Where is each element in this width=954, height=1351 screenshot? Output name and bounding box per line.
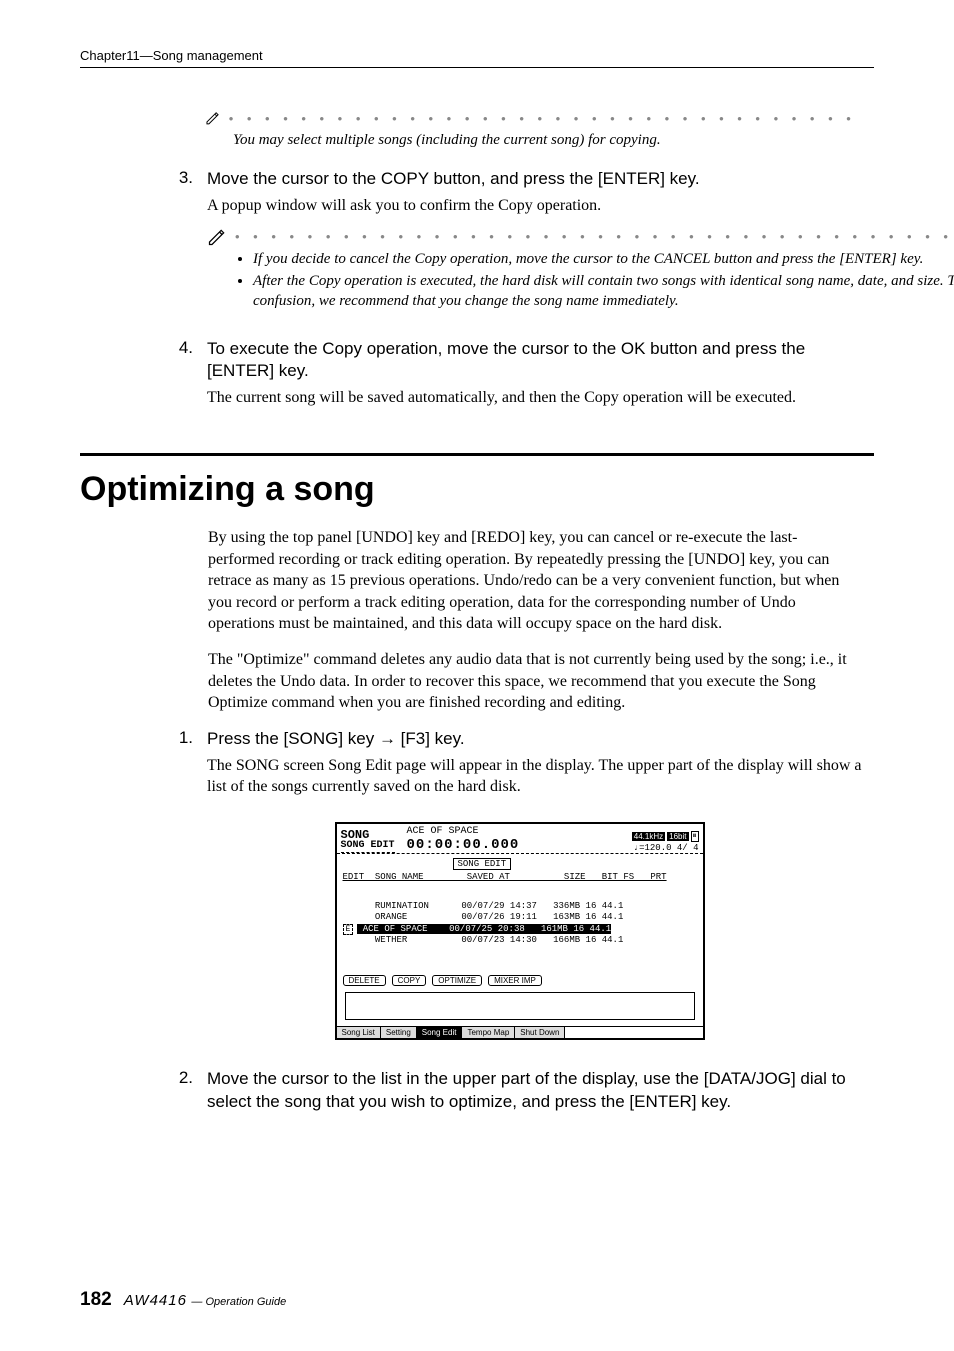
scr-samplerate-badge: 44.1kHz xyxy=(632,832,665,841)
scr-tab-shutdown: Shut Down xyxy=(515,1027,565,1038)
step-paragraph: A popup window will ask you to confirm t… xyxy=(207,195,954,217)
table-row: RUMINATION 00/07/29 14:37 336MB 16 44.1 xyxy=(343,901,624,911)
scr-timecode: 00:00:00.000 xyxy=(407,837,520,853)
step-number: 2. xyxy=(175,1068,193,1118)
step-heading: Move the cursor to the list in the upper… xyxy=(207,1068,864,1114)
step-paragraph: The current song will be saved automatic… xyxy=(207,387,864,409)
body-paragraph: The "Optimize" command deletes any audio… xyxy=(208,649,864,714)
scr-button-row: DELETE COPY OPTIMIZE MIXER IMP xyxy=(343,975,703,986)
section-divider xyxy=(80,453,874,456)
footer-model: AW4416 xyxy=(124,1292,187,1309)
scr-column-headers: EDIT SONG NAME SAVED AT SIZE BIT FS PRT xyxy=(343,872,697,882)
scr-tab-songlist: Song List xyxy=(337,1027,381,1038)
step-3: 3. Move the cursor to the COPY button, a… xyxy=(175,168,864,329)
tip-bullet: After the Copy operation is executed, th… xyxy=(253,271,954,312)
tip-text-1: You may select multiple songs (including… xyxy=(233,130,864,150)
step-heading: Press the [SONG] key → [F3] key. xyxy=(207,728,864,751)
step-2: 2. Move the cursor to the list in the up… xyxy=(175,1068,864,1118)
table-row: ORANGE 00/07/26 19:11 163MB 16 44.1 xyxy=(343,912,624,922)
page-footer: 182 AW4416 — Operation Guide xyxy=(80,1289,286,1311)
scr-lock-icon: ⏸ xyxy=(691,831,699,842)
scr-tab-setting: Setting xyxy=(381,1027,417,1038)
scr-edit-marker: E xyxy=(343,924,354,935)
table-row: WETHER 00/07/23 14:30 166MB 16 44.1 xyxy=(343,935,624,945)
footer-guide: — Operation Guide xyxy=(191,1296,286,1308)
scr-tempo-sig: ♩=120.0 4/ 4 xyxy=(634,843,699,853)
scr-tab-songedit: Song Edit xyxy=(417,1027,463,1038)
arrow-icon: → xyxy=(379,729,396,748)
scr-section-label: SONG EDIT xyxy=(453,858,512,870)
pencil-icon xyxy=(205,108,221,128)
pencil-icon xyxy=(207,227,227,247)
scr-tab-tempomap: Tempo Map xyxy=(462,1027,515,1038)
step-heading: Move the cursor to the COPY button, and … xyxy=(207,168,954,191)
scr-delete-button: DELETE xyxy=(343,975,386,986)
scr-tab-bar: Song List Setting Song Edit Tempo Map Sh… xyxy=(337,1026,703,1038)
tip-dots: • • • • • • • • • • • • • • • • • • • • … xyxy=(235,229,954,244)
scr-copy-button: COPY xyxy=(392,975,427,986)
step-paragraph: The SONG screen Song Edit page will appe… xyxy=(207,755,864,798)
tip-block-2: • • • • • • • • • • • • • • • • • • • • … xyxy=(207,227,954,312)
step-number: 3. xyxy=(175,168,193,329)
tip-dots: • • • • • • • • • • • • • • • • • • • • … xyxy=(229,111,864,126)
scr-optimize-button: OPTIMIZE xyxy=(432,975,482,986)
tip-bullet: If you decide to cancel the Copy operati… xyxy=(253,249,954,269)
page-number: 182 xyxy=(80,1289,112,1311)
lcd-screenshot: SONG SONG EDIT ACE OF SPACE 00:00:00.000… xyxy=(335,822,705,1041)
scr-mixerimp-button: MIXER IMP xyxy=(488,975,542,986)
step-heading: To execute the Copy operation, move the … xyxy=(207,338,864,384)
step-1: 1. Press the [SONG] key → [F3] key. The … xyxy=(175,728,864,808)
scr-current-song-title: ACE OF SPACE xyxy=(407,826,520,837)
section-title: Optimizing a song xyxy=(80,470,874,509)
scr-song-table: RUMINATION 00/07/29 14:37 336MB 16 44.1 … xyxy=(343,890,697,958)
tip-bullet-list: If you decide to cancel the Copy operati… xyxy=(253,249,954,312)
scr-bitdepth-badge: 16bit xyxy=(667,832,688,841)
scr-message-area xyxy=(345,992,695,1020)
step-heading-part-b: [F3] key. xyxy=(396,729,465,748)
scr-songedit-label: SONG EDIT xyxy=(341,841,395,853)
step-heading-part-a: Press the [SONG] key xyxy=(207,729,379,748)
step-number: 4. xyxy=(175,338,193,419)
tip-block-1: • • • • • • • • • • • • • • • • • • • • … xyxy=(205,108,864,150)
body-paragraph: By using the top panel [UNDO] key and [R… xyxy=(208,527,864,635)
step-number: 1. xyxy=(175,728,193,808)
table-row-selected: E ACE OF SPACE 00/07/25 20:38 161MB 16 4… xyxy=(343,924,612,934)
step-4: 4. To execute the Copy operation, move t… xyxy=(175,338,864,419)
chapter-header: Chapter11—Song management xyxy=(80,48,874,68)
